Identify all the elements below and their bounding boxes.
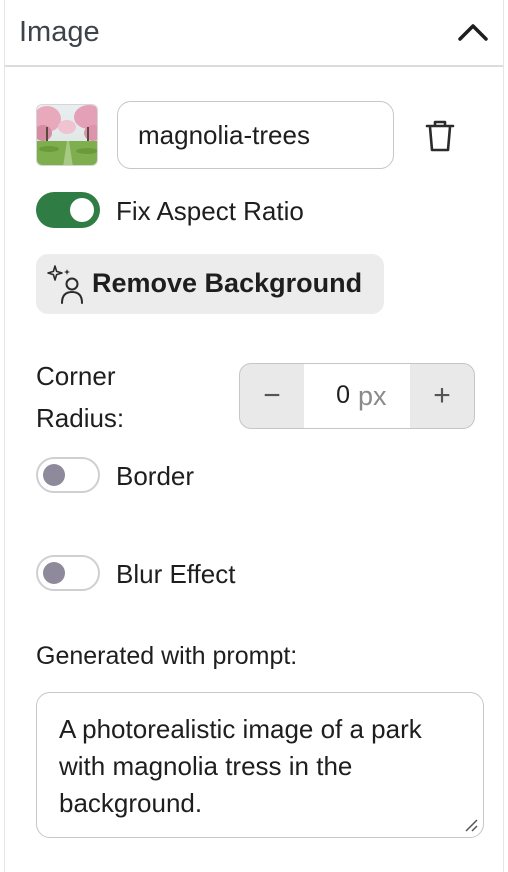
decrement-button[interactable]: −: [240, 364, 304, 428]
toggle-knob: [43, 562, 65, 584]
image-settings-panel: Image magnolia-trees Fix Aspect Ratio Re…: [4, 0, 504, 872]
image-name-input[interactable]: [117, 101, 394, 169]
corner-radius-label-line1: Corner: [36, 361, 116, 391]
prompt-textarea[interactable]: A photorealistic image of a park with ma…: [36, 692, 484, 838]
image-thumbnail[interactable]: [36, 104, 98, 166]
blur-effect-label: Blur Effect: [116, 559, 236, 589]
corner-radius-field[interactable]: 0 px: [304, 364, 410, 428]
trash-icon: [425, 120, 455, 152]
corner-radius-unit: px: [358, 381, 387, 411]
fix-aspect-ratio-toggle[interactable]: [36, 192, 100, 228]
prompt-label: Generated with prompt:: [36, 642, 298, 670]
border-toggle[interactable]: [36, 457, 100, 493]
remove-background-label: Remove Background: [92, 268, 363, 298]
toggle-knob: [43, 464, 65, 486]
delete-image-button[interactable]: [423, 118, 457, 154]
sparkle-person-icon: [47, 265, 83, 304]
corner-radius-stepper: − 0 px +: [239, 363, 475, 429]
prompt-text: A photorealistic image of a park with ma…: [59, 714, 422, 818]
blur-effect-toggle[interactable]: [36, 555, 100, 591]
collapse-button[interactable]: [455, 16, 491, 48]
panel-title: Image: [19, 16, 100, 48]
resize-grip-icon[interactable]: [463, 817, 479, 833]
chevron-up-icon: [458, 24, 488, 41]
remove-background-button[interactable]: Remove Background: [36, 254, 384, 314]
corner-radius-value[interactable]: 0: [304, 381, 350, 410]
corner-radius-label-line2: Radius:: [36, 403, 125, 433]
panel-header: Image: [5, 0, 503, 67]
border-label: Border: [116, 461, 195, 491]
toggle-knob: [70, 198, 94, 222]
increment-button[interactable]: +: [410, 364, 474, 428]
fix-aspect-ratio-label: Fix Aspect Ratio: [116, 196, 304, 226]
